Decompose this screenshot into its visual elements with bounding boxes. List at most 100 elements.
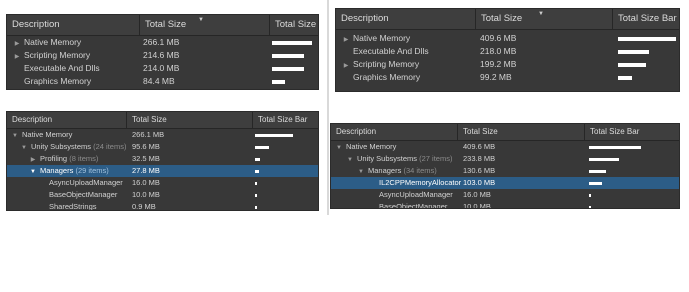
table-row[interactable]: IL2CPPMemoryAllocator 103.0 MB xyxy=(331,177,679,189)
table-row[interactable]: Executable And Dlls 218.0 MB xyxy=(336,45,679,58)
table-row[interactable]: Executable And Dlls 214.0 MB xyxy=(7,62,318,75)
column-total-size-bar[interactable]: Total Size Bar xyxy=(585,124,679,140)
column-total-size-label: Total Size xyxy=(132,115,167,124)
column-total-size-bar-label: Total Size Bar xyxy=(590,127,640,136)
memory-table-top-right: Description Total Size ▼ Total Size Bar ▶… xyxy=(335,8,680,92)
table-row[interactable]: ▶ Scripting Memory 214.6 MB xyxy=(7,49,318,62)
table-row[interactable]: ▼ Unity Subsystems (24 items) 95.6 MB xyxy=(7,141,318,153)
row-label: Native Memory xyxy=(346,142,397,151)
row-size-bar xyxy=(255,134,293,137)
row-total-size: 16.0 MB xyxy=(463,190,491,199)
table-row[interactable]: ▼ Managers (34 items) 130.6 MB xyxy=(331,165,679,177)
row-description: Executable And Dlls xyxy=(13,62,100,75)
column-total-size-bar[interactable]: Total Size Bar xyxy=(253,112,318,128)
table-row[interactable]: ▼ Native Memory 409.6 MB xyxy=(331,141,679,153)
row-total-size: 0.9 MB xyxy=(132,202,156,211)
table-row[interactable]: ▶ Native Memory 409.6 MB xyxy=(336,32,679,45)
column-total-size-bar-label: Total Size Bar xyxy=(618,13,677,24)
row-total-size: 199.2 MB xyxy=(480,59,517,69)
column-description[interactable]: Description xyxy=(7,112,127,128)
table-row[interactable]: AsyncUploadManager 16.0 MB xyxy=(7,177,318,189)
row-item-count: (27 items) xyxy=(419,154,453,163)
row-item-count: (8 items) xyxy=(69,154,99,163)
column-description-label: Description xyxy=(12,115,53,124)
column-description[interactable]: Description xyxy=(336,9,476,29)
table-header: Description Total Size Total Size Bar xyxy=(7,112,318,129)
row-item-count: (24 items) xyxy=(93,142,127,151)
row-total-size: 130.6 MB xyxy=(463,166,496,175)
row-size-bar xyxy=(618,76,632,80)
row-size-bar xyxy=(272,80,285,84)
column-total-size[interactable]: Total Size ▼ xyxy=(476,9,613,29)
table-row[interactable]: ▶ Scripting Memory 199.2 MB xyxy=(336,58,679,71)
row-size-bar xyxy=(589,206,591,208)
table-row[interactable]: ▶ Profiling (8 items) 32.5 MB xyxy=(7,153,318,165)
table-row[interactable]: SharedStrings 0.9 MB xyxy=(7,201,318,211)
row-label: Managers xyxy=(368,166,402,175)
row-label: Executable And Dlls xyxy=(24,63,100,73)
table-row[interactable]: BaseObjectManager 10.0 MB xyxy=(331,201,679,209)
column-description[interactable]: Description xyxy=(7,15,140,35)
row-label: AsyncUploadManager xyxy=(49,178,123,187)
row-label: IL2CPPMemoryAllocator xyxy=(379,178,462,187)
sort-arrow-icon: ▼ xyxy=(198,17,204,23)
row-size-bar xyxy=(272,54,304,58)
row-total-size: 95.6 MB xyxy=(132,142,160,151)
column-total-size-bar[interactable]: Total Size Bar xyxy=(270,15,318,35)
row-total-size: 218.0 MB xyxy=(480,46,517,56)
column-total-size-label: Total Size xyxy=(145,19,187,30)
table-row[interactable]: BaseObjectManager 10.0 MB xyxy=(7,189,318,201)
row-label: Profiling xyxy=(40,154,68,163)
row-label: Graphics Memory xyxy=(24,76,92,86)
row-size-bar xyxy=(618,63,646,67)
table-rows: ▼ Native Memory 266.1 MB ▼ Unity Subsystems … xyxy=(7,129,318,211)
row-size-bar xyxy=(272,67,304,71)
column-total-size-bar[interactable]: Total Size Bar xyxy=(613,9,679,29)
row-size-bar xyxy=(255,158,260,161)
row-size-bar xyxy=(255,146,269,149)
column-total-size-bar-label: Total Size Bar xyxy=(258,115,308,124)
row-size-bar xyxy=(618,37,676,41)
column-total-size[interactable]: Total Size xyxy=(127,112,253,128)
column-total-size[interactable]: Total Size ▼ xyxy=(140,15,270,35)
row-total-size: 99.2 MB xyxy=(480,72,512,82)
row-size-bar xyxy=(255,206,257,209)
row-size-bar xyxy=(255,170,259,173)
row-size-bar xyxy=(589,170,606,173)
row-label: Native Memory xyxy=(353,33,411,43)
row-label: BaseObjectManager xyxy=(379,202,448,209)
row-total-size: 233.8 MB xyxy=(463,154,496,163)
column-description[interactable]: Description xyxy=(331,124,458,140)
memory-table-top-left: Description Total Size ▼ Total Size Bar ▶… xyxy=(6,14,319,90)
row-description: Executable And Dlls xyxy=(342,45,429,58)
memory-table-bottom-left: Description Total Size Total Size Bar ▼ N… xyxy=(6,111,319,211)
row-label: Executable And Dlls xyxy=(353,46,429,56)
row-total-size: 32.5 MB xyxy=(132,154,160,163)
row-total-size: 266.1 MB xyxy=(132,130,165,139)
table-row[interactable]: ▼ Managers (29 items) 27.8 MB xyxy=(7,165,318,177)
row-total-size: 214.6 MB xyxy=(143,50,180,60)
row-total-size: 103.0 MB xyxy=(463,178,496,187)
row-size-bar xyxy=(589,182,602,185)
row-size-bar xyxy=(272,41,312,45)
row-size-bar xyxy=(255,182,257,185)
table-row[interactable]: ▶ Native Memory 266.1 MB xyxy=(7,36,318,49)
table-row[interactable]: Graphics Memory 84.4 MB xyxy=(7,75,318,88)
table-row[interactable]: AsyncUploadManager 16.0 MB xyxy=(331,189,679,201)
row-label: BaseObjectManager xyxy=(49,190,118,199)
table-rows: ▶ Native Memory 266.1 MB ▶ Scripting Memory 2… xyxy=(7,36,318,88)
column-total-size[interactable]: Total Size xyxy=(458,124,585,140)
table-row[interactable]: ▼ Unity Subsystems (27 items) 233.8 MB xyxy=(331,153,679,165)
table-row[interactable]: ▼ Native Memory 266.1 MB xyxy=(7,129,318,141)
column-total-size-label: Total Size xyxy=(481,13,523,24)
row-total-size: 266.1 MB xyxy=(143,37,180,47)
row-total-size: 84.4 MB xyxy=(143,76,175,86)
table-row[interactable]: Graphics Memory 99.2 MB xyxy=(336,71,679,84)
column-total-size-bar-label: Total Size Bar xyxy=(275,19,318,30)
row-description: BaseObjectManager xyxy=(38,189,117,201)
memory-table-bottom-right: Description Total Size Total Size Bar ▼ N… xyxy=(330,123,680,209)
table-rows: ▶ Native Memory 409.6 MB Executable And Dll… xyxy=(336,30,679,84)
row-description: IL2CPPMemoryAllocator xyxy=(368,177,461,189)
table-header: Description Total Size ▼ Total Size Bar xyxy=(7,15,318,36)
row-description: AsyncUploadManager xyxy=(38,177,123,189)
